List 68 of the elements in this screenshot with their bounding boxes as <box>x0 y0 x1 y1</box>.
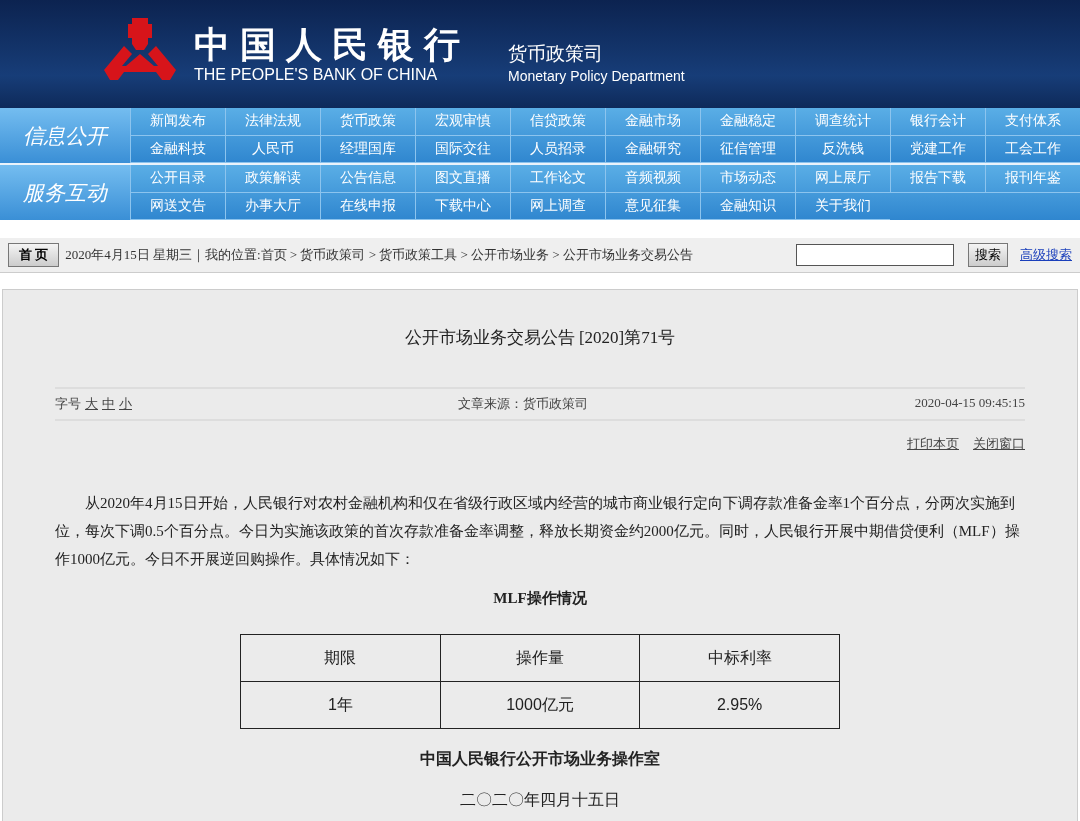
page-action-link[interactable]: 关闭窗口 <box>973 435 1025 453</box>
nav-link[interactable]: 支付体系 <box>985 108 1080 136</box>
nav-link[interactable]: 下载中心 <box>415 192 510 220</box>
nav-link[interactable]: 人员招录 <box>510 135 605 163</box>
breadcrumb-text: 2020年4月15日 星期三｜我的位置:首页 > 货币政策司 > 货币政策工具 > 公开市场业务 > 公开市场业务交易公告 <box>65 246 694 264</box>
article-title: 公开市场业务交易公告 [2020]第71号 <box>403 327 677 349</box>
nav-link[interactable]: 工作论文 <box>510 165 605 193</box>
nav-link[interactable]: 报刊年鉴 <box>985 165 1080 193</box>
table-cell: 1年 <box>240 681 441 729</box>
nav-link[interactable]: 国际交往 <box>415 135 510 163</box>
nav-link[interactable]: 银行会计 <box>890 108 985 136</box>
nav-link[interactable]: 公告信息 <box>320 165 415 193</box>
article-paragraph: 从2020年4月15日开始，人民银行对农村金融机构和仅在省级行政区域内经营的城市商业银行定向下调存款准备金率1个百分点，分两次实施到位，每次下调0.5个百分点。今日为实施该政策的首次存款准备金率调整，释放长期资金约2000亿元。同时，人民银行开展中期借贷便利（MLF）操作1000亿元。今日不开展逆回购操作。具体情况如下： <box>55 494 1021 569</box>
nav-link[interactable]: 法律法规 <box>225 108 320 136</box>
table-cell: 1000亿元 <box>440 681 640 729</box>
nav-link[interactable]: 金融研究 <box>605 135 700 163</box>
article-datetime: 2020-04-15 09:45:15 <box>914 395 1025 412</box>
bank-name-english: THE PEOPLE'S BANK OF CHINA <box>194 65 439 85</box>
home-button[interactable]: 首 页 <box>8 243 60 267</box>
nav-link[interactable]: 党建工作 <box>890 135 985 163</box>
nav-link[interactable]: 关于我们 <box>795 192 890 220</box>
font-size-label: 字号 <box>55 395 81 413</box>
font-size-link[interactable]: 小 <box>119 395 132 413</box>
table-header-cell: 期限 <box>240 634 441 682</box>
table-header-cell: 操作量 <box>440 634 640 682</box>
nav-link[interactable]: 新闻发布 <box>130 108 225 136</box>
nav-link[interactable]: 报告下载 <box>890 165 985 193</box>
nav-link[interactable]: 音频视频 <box>605 165 700 193</box>
nav-group-label: 服务互动 <box>0 165 130 220</box>
nav-link[interactable]: 反洗钱 <box>795 135 890 163</box>
bank-name-chinese: 中国人民银行 <box>194 23 470 65</box>
nav-link[interactable]: 政策解读 <box>225 165 320 193</box>
nav-link[interactable]: 征信管理 <box>700 135 795 163</box>
nav-group-label: 信息公开 <box>0 108 130 163</box>
font-size-link[interactable]: 大 <box>85 395 98 413</box>
department-name-chinese: 货币政策司 <box>508 42 604 66</box>
nav-link[interactable]: 网上展厅 <box>795 165 890 193</box>
search-button[interactable]: 搜索 <box>968 243 1008 267</box>
nav-link[interactable]: 宏观审慎 <box>415 108 510 136</box>
nav-link[interactable]: 在线申报 <box>320 192 415 220</box>
nav-link[interactable]: 工会工作 <box>985 135 1080 163</box>
search-field[interactable] <box>796 244 954 266</box>
nav-link[interactable]: 金融知识 <box>700 192 795 220</box>
advanced-search-link[interactable]: 高级搜索 <box>1020 246 1072 264</box>
nav-link[interactable]: 网上调查 <box>510 192 605 220</box>
article-source: 文章来源：货币政策司 <box>458 395 589 413</box>
table-cell: 2.95% <box>639 681 840 729</box>
signature-text: 中国人民银行公开市场业务操作室 <box>419 749 661 769</box>
nav-link[interactable]: 办事大厅 <box>225 192 320 220</box>
nav-link[interactable]: 货币政策 <box>320 108 415 136</box>
department-name-english: Monetary Policy Department <box>508 67 685 86</box>
nav-link[interactable]: 网送文告 <box>130 192 225 220</box>
nav-link[interactable]: 公开目录 <box>130 165 225 193</box>
page-action-link[interactable]: 打印本页 <box>907 435 959 453</box>
nav-link[interactable]: 信贷政策 <box>510 108 605 136</box>
table-title: MLF操作情况 <box>492 589 588 608</box>
nav-link[interactable]: 图文直播 <box>415 165 510 193</box>
signature-date: 二〇二〇年四月十五日 <box>459 790 621 810</box>
nav-link[interactable]: 人民币 <box>225 135 320 163</box>
table-header-cell: 中标利率 <box>639 634 840 682</box>
nav-link[interactable]: 金融科技 <box>130 135 225 163</box>
nav-link[interactable]: 意见征集 <box>605 192 700 220</box>
nav-link[interactable]: 金融市场 <box>605 108 700 136</box>
nav-link[interactable]: 市场动态 <box>700 165 795 193</box>
nav-link[interactable]: 经理国库 <box>320 135 415 163</box>
nav-link[interactable]: 金融稳定 <box>700 108 795 136</box>
font-size-link[interactable]: 中 <box>102 395 115 413</box>
nav-link[interactable]: 调查统计 <box>795 108 890 136</box>
